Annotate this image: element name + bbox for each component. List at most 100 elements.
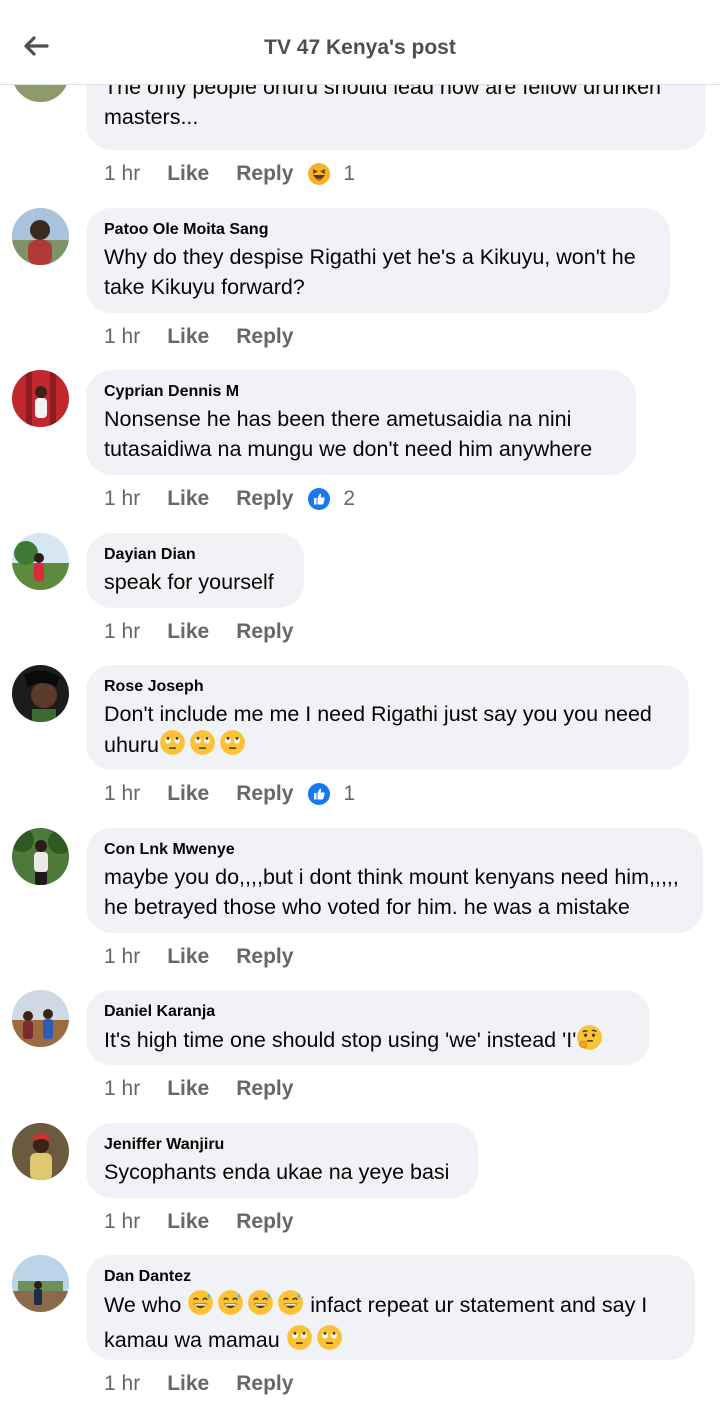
avatar[interactable] xyxy=(12,1255,69,1312)
comment-line: Why do they despise Rigathi yet he's a K… xyxy=(104,245,636,269)
reaction-count[interactable]: 1 xyxy=(343,782,355,806)
reaction-count[interactable]: 1 xyxy=(343,162,355,186)
avatar[interactable] xyxy=(12,533,69,590)
comment-actions: 1 hr Like Reply 1 xyxy=(104,159,355,189)
comment-time[interactable]: 1 hr xyxy=(104,487,140,511)
avatar[interactable] xyxy=(12,828,69,885)
avatar[interactable] xyxy=(12,370,69,427)
comment-line: kamau wa mamau xyxy=(104,1324,677,1359)
comment-bubble[interactable]: Patoo Ole Moita Sang Why do they despise… xyxy=(86,208,670,313)
comment-author[interactable]: Daniel Karanja xyxy=(104,1002,632,1021)
comment-line: maybe you do,,,,but i dont think mount k… xyxy=(104,865,679,889)
avatar[interactable] xyxy=(12,1123,69,1180)
comment-actions: 1 hr Like Reply xyxy=(104,617,307,647)
page-title: TV 47 Kenya's post xyxy=(264,36,456,59)
reply-button[interactable]: Reply xyxy=(236,325,293,349)
comment-time[interactable]: 1 hr xyxy=(104,945,140,969)
comment-time[interactable]: 1 hr xyxy=(104,1210,140,1234)
comment-line-text: kamau wa mamau xyxy=(104,1328,280,1352)
avatar[interactable] xyxy=(12,208,69,265)
like-button[interactable]: Like xyxy=(167,1077,209,1101)
comment-text: Why do they despise Rigathi yet he's a K… xyxy=(104,242,652,302)
comment-actions: 1 hr Like Reply 1 xyxy=(104,779,355,809)
comment-author[interactable]: Patoo Ole Moita Sang xyxy=(104,220,652,239)
comment-bubble[interactable]: Rose Joseph Don't include me me I need R… xyxy=(86,665,689,770)
sweat-smile-emoji xyxy=(247,1289,274,1324)
eye-roll-emoji xyxy=(219,729,246,764)
comment-text: maybe you do,,,,but i dont think mount k… xyxy=(104,862,685,922)
reply-button[interactable]: Reply xyxy=(236,945,293,969)
sweat-smile-emoji xyxy=(187,1289,214,1324)
comment-line: masters... xyxy=(104,105,199,129)
like-button[interactable]: Like xyxy=(167,782,209,806)
comment-line: uhuru xyxy=(104,729,671,764)
reply-button[interactable]: Reply xyxy=(236,1210,293,1234)
comment-bubble[interactable]: Cyprian Dennis M Nonsense he has been th… xyxy=(86,370,636,475)
avatar[interactable] xyxy=(12,990,69,1047)
comment-time[interactable]: 1 hr xyxy=(104,1372,140,1396)
top-bar: TV 47 Kenya's post xyxy=(0,0,720,85)
comment-bubble[interactable]: Jeniffer Wanjiru Sycophants enda ukae na… xyxy=(86,1123,478,1198)
comment-bubble[interactable]: Dayian Dian speak for yourself xyxy=(86,533,304,608)
comment-time[interactable]: 1 hr xyxy=(104,1077,140,1101)
like-button[interactable]: Like xyxy=(167,620,209,644)
comment-time[interactable]: 1 hr xyxy=(104,620,140,644)
reply-button[interactable]: Reply xyxy=(236,487,293,511)
like-button[interactable]: Like xyxy=(167,487,209,511)
comment-author[interactable]: Jeniffer Wanjiru xyxy=(104,1135,460,1154)
thumbs-up-icon[interactable] xyxy=(307,487,331,511)
comment-author[interactable]: Con Lnk Mwenye xyxy=(104,840,685,859)
reply-button[interactable]: Reply xyxy=(236,162,293,186)
like-button[interactable]: Like xyxy=(167,325,209,349)
comment-time[interactable]: 1 hr xyxy=(104,782,140,806)
reply-button[interactable]: Reply xyxy=(236,1077,293,1101)
comment-time[interactable]: 1 hr xyxy=(104,162,140,186)
comment-text: We who infact repeat ur statement and sa… xyxy=(104,1289,677,1359)
haha-icon[interactable] xyxy=(307,162,331,186)
reply-button[interactable]: Reply xyxy=(236,1372,293,1396)
eye-roll-emoji xyxy=(159,729,186,764)
comment-author[interactable]: Rose Joseph xyxy=(104,677,671,696)
comment-bubble[interactable]: Dan Dantez We who infact repeat ur state… xyxy=(86,1255,695,1360)
comment-bubble[interactable]: Daniel Karanja It's high time one should… xyxy=(86,990,650,1065)
thinking-emoji xyxy=(576,1024,603,1059)
reply-button[interactable]: Reply xyxy=(236,620,293,644)
comment-line: speak for yourself xyxy=(104,570,274,594)
sweat-smile-emoji xyxy=(277,1289,304,1324)
comment-line: Nonsense he has been there ametusaidia n… xyxy=(104,407,572,431)
comment-actions: 1 hr Like Reply 2 xyxy=(104,484,355,514)
like-button[interactable]: Like xyxy=(167,945,209,969)
comment-line: he betrayed those who voted for him. he … xyxy=(104,895,630,919)
eye-roll-emoji xyxy=(316,1324,343,1359)
comment-author[interactable]: Dayian Dian xyxy=(104,545,286,564)
reaction-count[interactable]: 2 xyxy=(343,487,355,511)
comment-time[interactable]: 1 hr xyxy=(104,325,140,349)
comment-actions: 1 hr Like Reply xyxy=(104,1074,307,1104)
sweat-smile-emoji xyxy=(217,1289,244,1324)
avatar[interactable] xyxy=(12,665,69,722)
like-button[interactable]: Like xyxy=(167,162,209,186)
comment-actions: 1 hr Like Reply xyxy=(104,1369,307,1399)
comment-text: Nonsense he has been there ametusaidia n… xyxy=(104,404,618,464)
comment-line-text: It's high time one should stop using 'we… xyxy=(104,1028,577,1052)
reply-button[interactable]: Reply xyxy=(236,782,293,806)
eye-roll-emoji xyxy=(189,729,216,764)
comment-text: Don't include me me I need Rigathi just … xyxy=(104,699,671,764)
comment-actions: 1 hr Like Reply xyxy=(104,322,307,352)
comment-line-text: infact repeat ur statement and say I xyxy=(310,1293,648,1317)
thumbs-up-icon[interactable] xyxy=(307,782,331,806)
eye-roll-emoji xyxy=(286,1324,313,1359)
comment-text: It's high time one should stop using 'we… xyxy=(104,1024,632,1059)
comment-text: speak for yourself xyxy=(104,567,286,597)
comment-line-text: uhuru xyxy=(104,733,159,757)
comment-line: Sycophants enda ukae na yeye basi xyxy=(104,1160,450,1184)
like-button[interactable]: Like xyxy=(167,1210,209,1234)
comment-author[interactable]: Cyprian Dennis M xyxy=(104,382,618,401)
comment-author[interactable]: Dan Dantez xyxy=(104,1267,677,1286)
comment-line: It's high time one should stop using 'we… xyxy=(104,1024,632,1059)
comment-line-text: We who xyxy=(104,1293,182,1317)
comment-line: Don't include me me I need Rigathi just … xyxy=(104,702,652,726)
comment-bubble[interactable]: Con Lnk Mwenye maybe you do,,,,but i don… xyxy=(86,828,703,933)
like-button[interactable]: Like xyxy=(167,1372,209,1396)
comment-line: tutasaidiwa na mungu we don't need him a… xyxy=(104,437,593,461)
